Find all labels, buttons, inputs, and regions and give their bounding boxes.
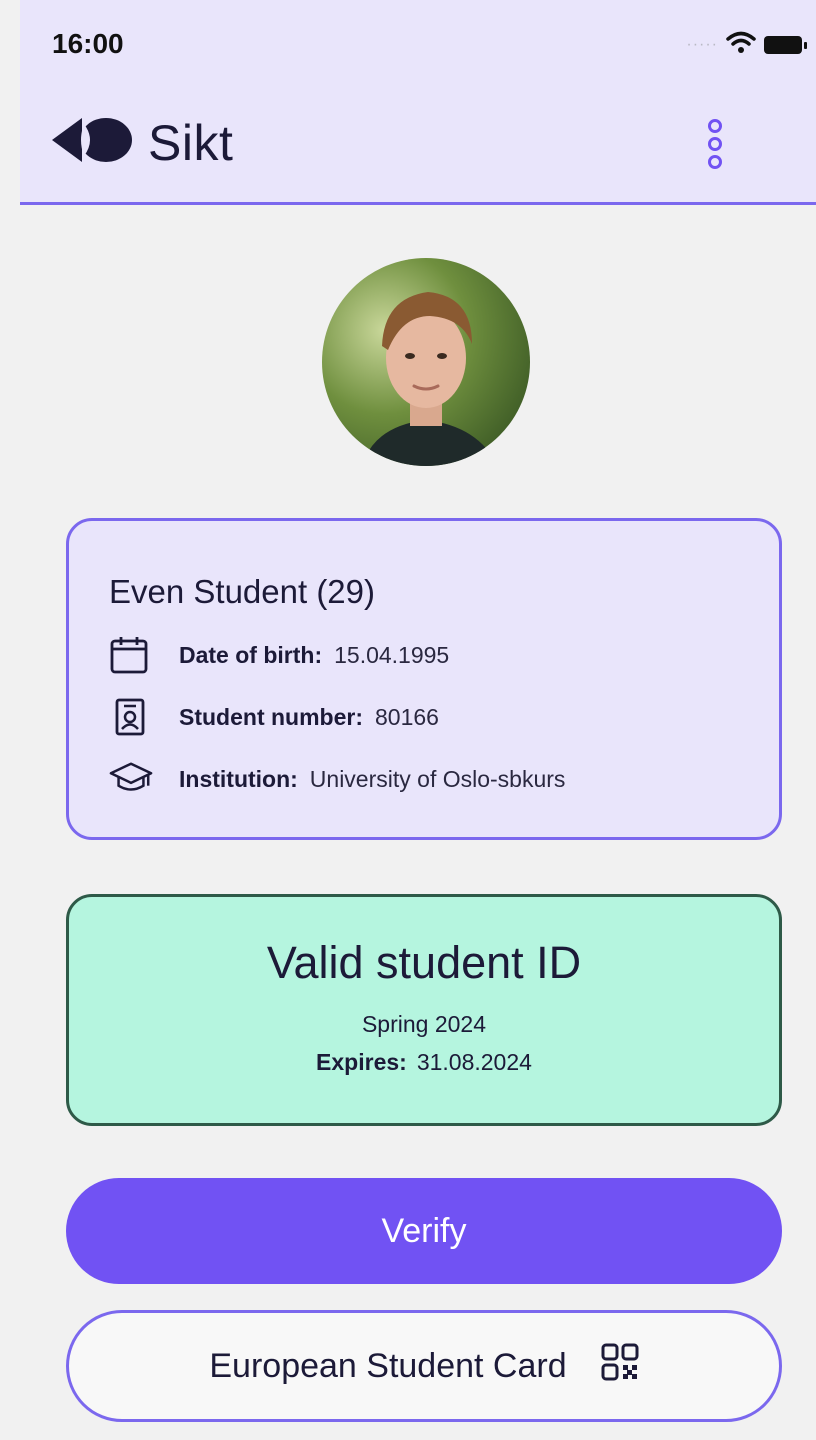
calendar-icon — [109, 633, 153, 677]
validity-title: Valid student ID — [266, 937, 582, 988]
european-student-card-button[interactable]: European Student Card — [66, 1310, 782, 1422]
id-card-icon — [109, 695, 153, 739]
student-info-card: Even Student (29) Date of birth: 15.04.1… — [66, 518, 782, 840]
validity-expires: Expires: 31.08.2024 — [69, 1049, 779, 1076]
expires-value: 31.08.2024 — [416, 1049, 532, 1075]
signal-dots-icon: ····· — [686, 35, 718, 53]
institution-value: University of Oslo-sbkurs — [309, 765, 566, 792]
institution-label: Institution: — [179, 765, 298, 792]
status-time: 16:00 — [52, 28, 124, 59]
verify-button[interactable]: Verify — [66, 1178, 782, 1284]
student-number-value: 80166 — [375, 703, 439, 730]
more-vertical-icon — [705, 117, 725, 176]
graduation-cap-icon — [109, 757, 153, 801]
status-icons: ····· — [686, 30, 807, 59]
qr-code-icon — [601, 1343, 639, 1390]
european-student-card-label: European Student Card — [209, 1346, 567, 1385]
institution-row: Institution: University of Oslo-sbkurs — [109, 757, 565, 801]
student-number-label: Student number: — [179, 703, 363, 730]
brand: Sikt — [48, 112, 233, 173]
student-photo — [322, 258, 530, 466]
sikt-logo-icon — [48, 112, 134, 173]
student-name: Even Student (29) — [109, 573, 375, 610]
date-of-birth-row: Date of birth: 15.04.1995 — [109, 633, 449, 677]
student-number-row: Student number: 80166 — [109, 695, 439, 739]
date-of-birth-value: 15.04.1995 — [334, 641, 450, 668]
more-menu-button[interactable] — [700, 116, 730, 176]
validity-term: Spring 2024 — [361, 1011, 487, 1037]
expires-label: Expires: — [316, 1049, 407, 1075]
verify-label: Verify — [381, 1211, 467, 1250]
battery-icon — [764, 35, 807, 54]
date-of-birth-label: Date of birth: — [179, 641, 323, 668]
avatar — [322, 258, 530, 466]
wifi-icon — [726, 30, 756, 59]
brand-name: Sikt — [148, 114, 234, 171]
validity-card: Valid student ID Spring 2024 Expires: 31.… — [66, 894, 782, 1126]
